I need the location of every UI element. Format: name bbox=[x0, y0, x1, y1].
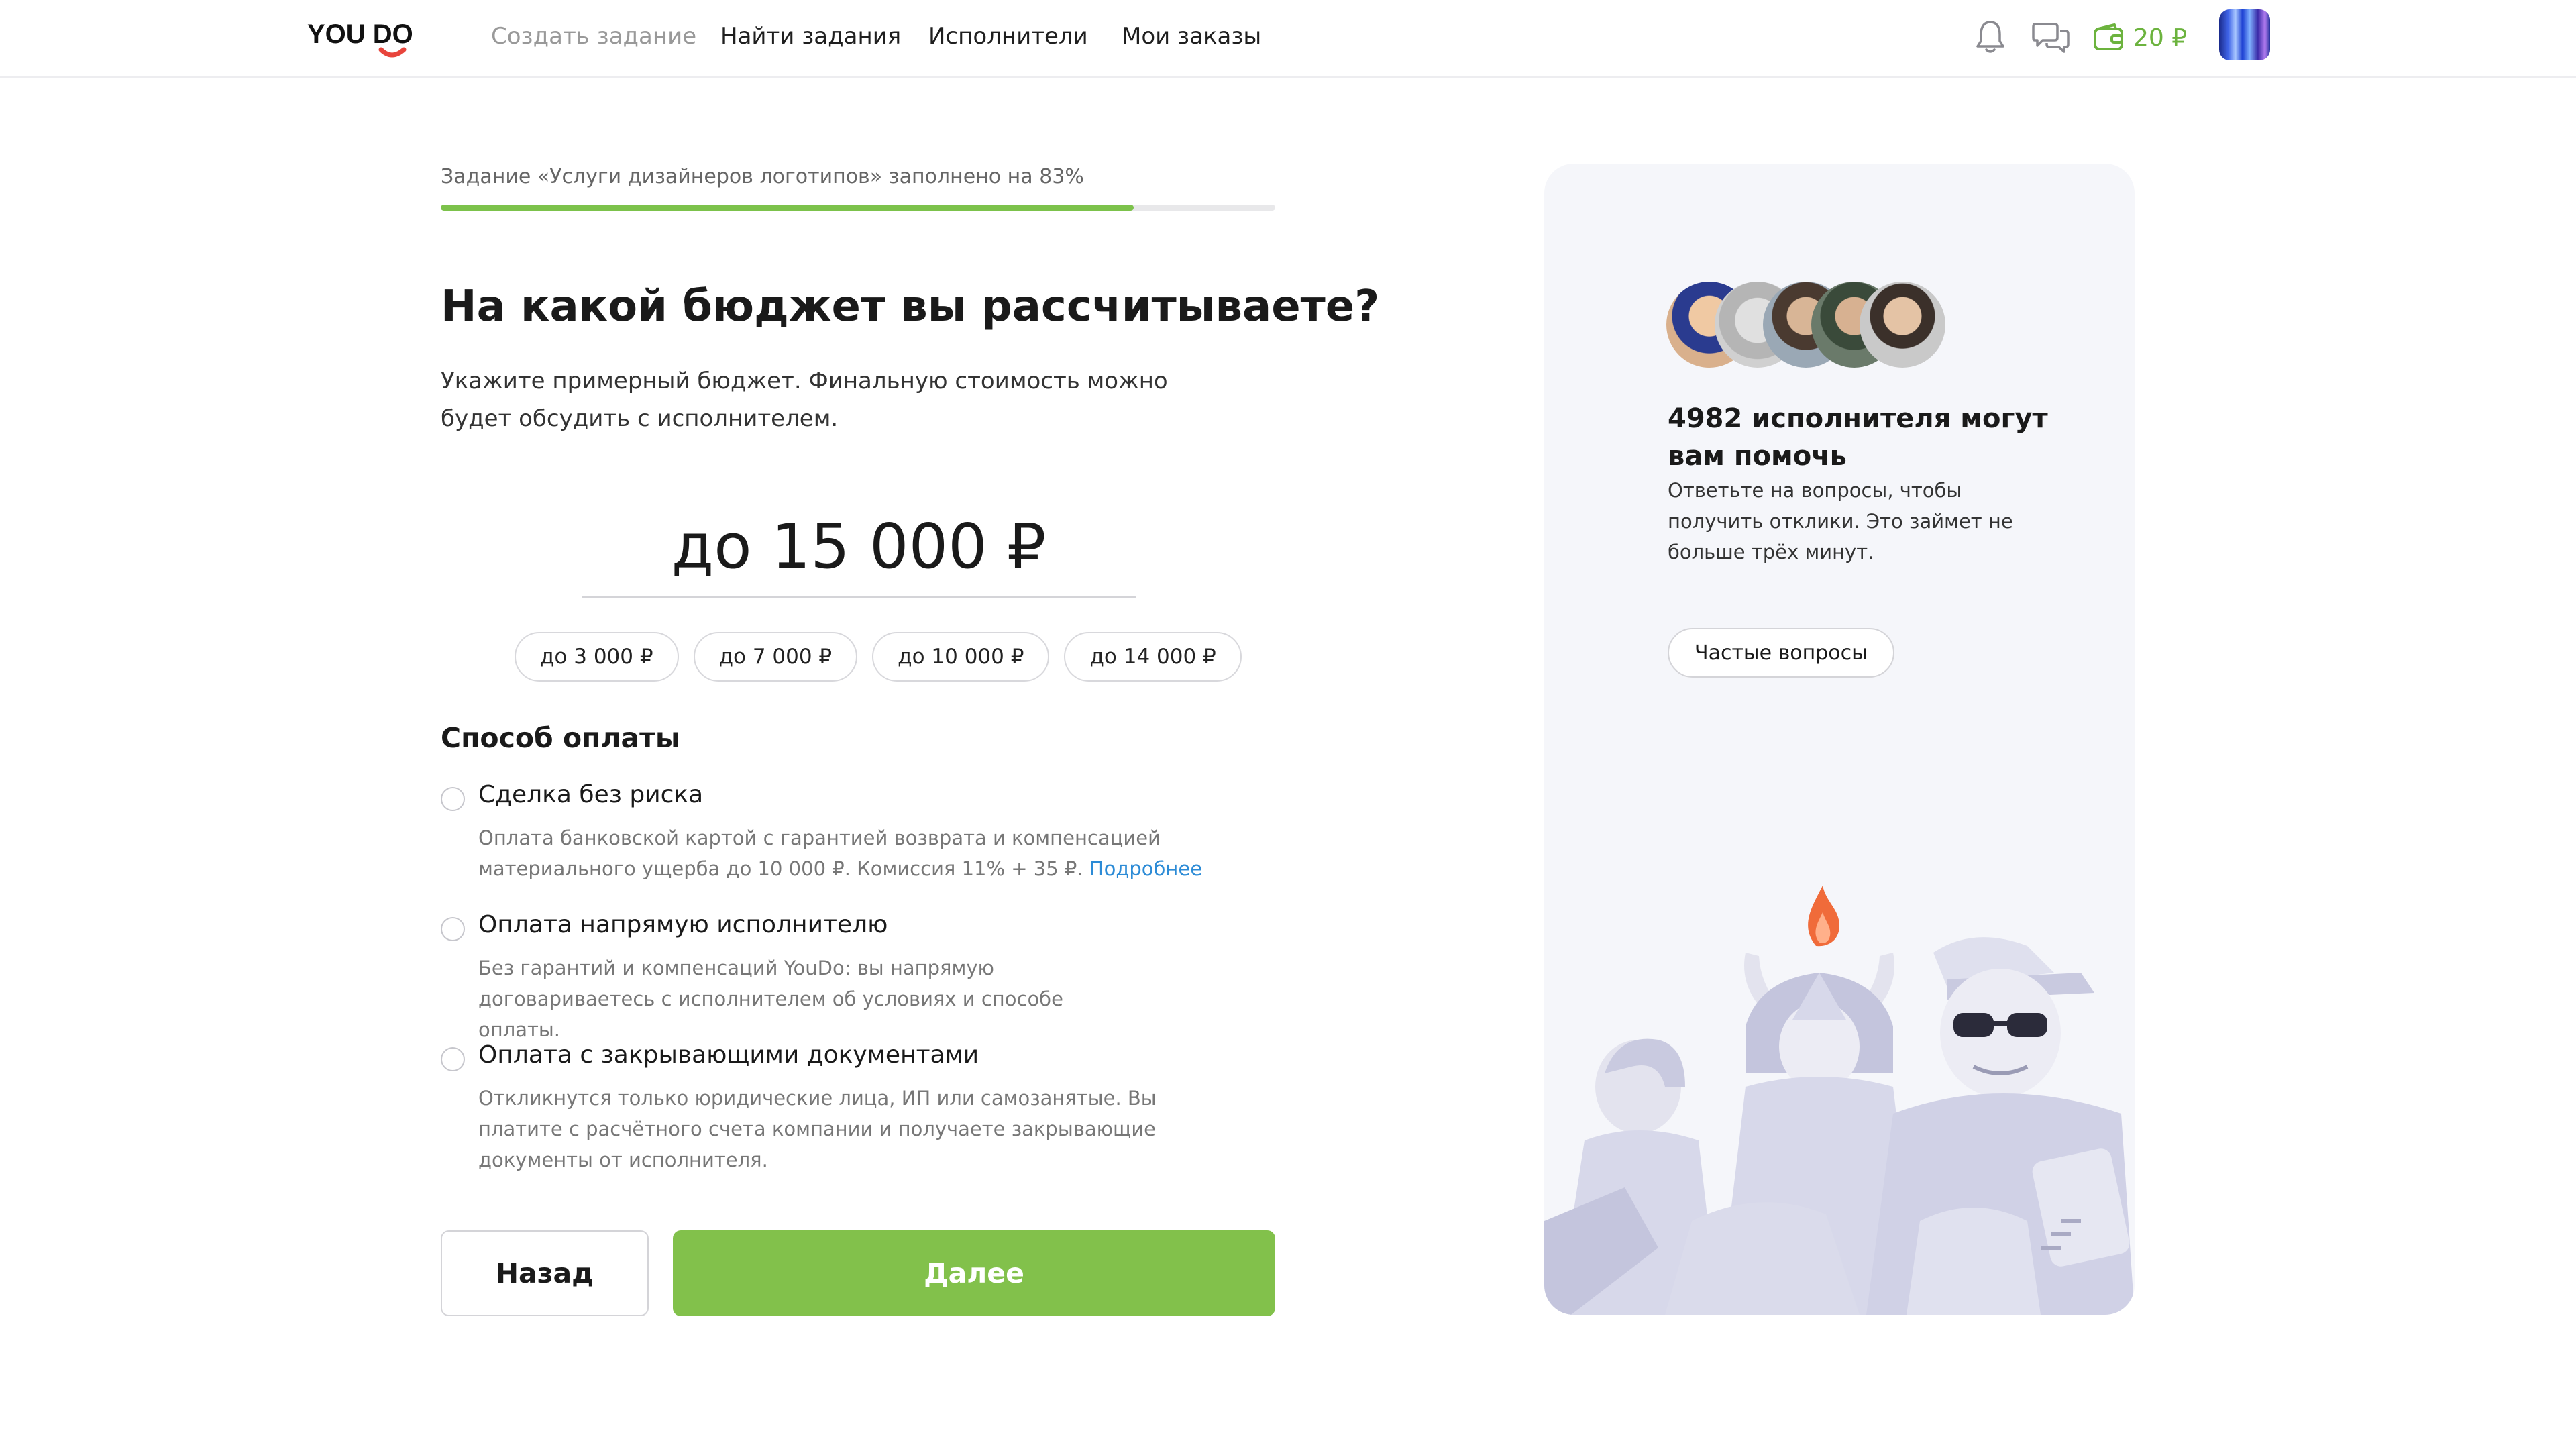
payment-option-label[interactable]: Оплата с закрывающими документами bbox=[478, 1041, 979, 1069]
payment-option-label[interactable]: Сделка без риска bbox=[478, 781, 703, 808]
performers-count-title: 4982 исполнителя могут вам помочь bbox=[1668, 403, 2048, 472]
progress-bar bbox=[441, 205, 1275, 211]
budget-chip-7000[interactable]: до 7 000 ₽ bbox=[693, 632, 858, 682]
budget-value: до 15 000 ₽ bbox=[671, 510, 1046, 582]
user-avatar[interactable] bbox=[2219, 9, 2270, 60]
nav-create-task[interactable]: Создать задание bbox=[491, 23, 696, 50]
wallet-icon bbox=[2094, 23, 2123, 50]
question-description: Укажите примерный бюджет. Финальную стои… bbox=[441, 368, 1168, 432]
budget-chip-14000[interactable]: до 14 000 ₽ bbox=[1064, 632, 1242, 682]
top-navbar: YOU DO Создать задание Найти задания Исп… bbox=[0, 0, 2576, 78]
progress-bar-fill bbox=[441, 205, 1134, 211]
performer-avatar bbox=[1860, 282, 1945, 368]
radio-closing-documents[interactable] bbox=[441, 1047, 465, 1071]
performers-info-card: 4982 исполнителя могут вам помочь Ответь… bbox=[1544, 164, 2135, 1315]
back-button[interactable]: Назад bbox=[441, 1230, 649, 1316]
payment-option-label[interactable]: Оплата напрямую исполнителю bbox=[478, 911, 888, 938]
nav-my-orders[interactable]: Мои заказы bbox=[1122, 23, 1261, 50]
radio-safe-deal[interactable] bbox=[441, 787, 465, 811]
chat-icon[interactable] bbox=[2029, 15, 2073, 59]
budget-presets: до 3 000 ₽ до 7 000 ₽ до 10 000 ₽ до 14 … bbox=[515, 632, 1242, 682]
nav-performers[interactable]: Исполнители bbox=[928, 23, 1088, 50]
svg-text:YOU DO: YOU DO bbox=[307, 19, 413, 49]
payment-method-title: Способ оплаты bbox=[441, 722, 680, 754]
page-title: На какой бюджет вы рассчитываете? bbox=[441, 282, 1380, 331]
performer-avatars bbox=[1666, 282, 1948, 369]
budget-chip-10000[interactable]: до 10 000 ₽ bbox=[872, 632, 1050, 682]
people-illustration bbox=[1544, 872, 2135, 1315]
performers-info-text: Ответьте на вопросы, чтобы получить откл… bbox=[1668, 479, 2013, 564]
payment-option-description-text: Оплата банковской картой с гарантией воз… bbox=[478, 826, 1161, 880]
wallet-amount: 20 ₽ bbox=[2133, 23, 2188, 52]
wallet-balance[interactable]: 20 ₽ bbox=[2093, 19, 2187, 56]
next-button[interactable]: Далее bbox=[673, 1230, 1275, 1316]
payment-option-description: Оплата банковской картой с гарантией воз… bbox=[478, 822, 1283, 884]
bell-icon[interactable] bbox=[1968, 15, 2012, 59]
budget-input[interactable]: до 15 000 ₽ bbox=[582, 496, 1136, 598]
progress-label: Задание «Услуги дизайнеров логотипов» за… bbox=[441, 165, 1084, 189]
youdo-logo[interactable]: YOU DO bbox=[306, 17, 427, 63]
payment-option-description: Откликнутся только юридические лица, ИП … bbox=[478, 1087, 1157, 1171]
faq-button[interactable]: Частые вопросы bbox=[1668, 628, 1894, 678]
radio-direct-payment[interactable] bbox=[441, 917, 465, 941]
payment-option-description: Без гарантий и компенсаций YouDo: вы нап… bbox=[478, 957, 1063, 1041]
budget-chip-3000[interactable]: до 3 000 ₽ bbox=[515, 632, 679, 682]
nav-find-tasks[interactable]: Найти задания bbox=[720, 23, 901, 50]
more-info-link[interactable]: Подробнее bbox=[1089, 857, 1202, 880]
